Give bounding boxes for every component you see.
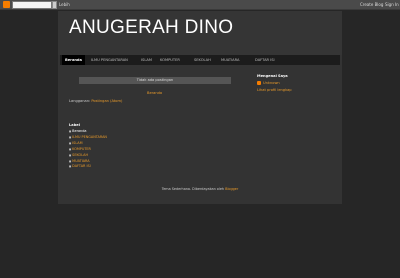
- tab-daftar-isi[interactable]: DAFTAR ISI: [252, 55, 278, 65]
- blog-footer: Tema Sederhana. Diberdayakan oleh Blogge…: [58, 187, 342, 191]
- navbar-search-input[interactable]: [12, 1, 52, 9]
- home-link[interactable]: Beranda: [147, 91, 162, 95]
- tab-ilmu-pengantaran[interactable]: ILMU PENGANTARAN: [88, 55, 131, 65]
- page-tabs: Beranda ILMU PENGANTARAN ISLAM KOMPUTER …: [60, 55, 340, 65]
- blogger-logo-icon[interactable]: [3, 1, 10, 8]
- tab-muatiara[interactable]: MUATIARA: [218, 55, 242, 65]
- subscribe-line: Langganan: Postingan (Atom): [69, 99, 122, 103]
- subscribe-atom-link[interactable]: Postingan (Atom): [91, 99, 122, 103]
- blog-header: ANUGERAH DINO: [58, 11, 342, 55]
- profile-icon: [257, 81, 261, 85]
- labels-heading: Label: [69, 123, 80, 127]
- blog-title[interactable]: ANUGERAH DINO: [69, 17, 233, 39]
- tab-komputer[interactable]: KOMPUTER: [157, 55, 183, 65]
- navbar-search-button[interactable]: [52, 1, 57, 9]
- full-profile-link[interactable]: Lihat profil lengkap: [257, 88, 292, 92]
- footer-blogger-link[interactable]: Blogger: [225, 187, 238, 191]
- tab-islam[interactable]: ISLAM: [138, 55, 155, 65]
- sign-in-link[interactable]: Sign In: [385, 1, 399, 8]
- create-blog-link[interactable]: Create Blog: [360, 1, 383, 8]
- navbar-more-link[interactable]: Lebih: [59, 1, 70, 8]
- profile-item: Unknown: [257, 81, 280, 86]
- subscribe-label: Langganan:: [69, 99, 91, 103]
- blogger-navbar: Lebih Create Blog Sign In: [0, 0, 400, 10]
- tab-sekolah[interactable]: SEKOLAH: [191, 55, 214, 65]
- about-me-heading: Mengenai Saya: [257, 74, 288, 78]
- label-item[interactable]: ILMU PENGANTARAN: [69, 135, 107, 141]
- footer-text: Tema Sederhana. Diberdayakan oleh: [161, 187, 225, 191]
- tab-beranda[interactable]: Beranda: [62, 55, 85, 65]
- profile-name-link[interactable]: Unknown: [263, 81, 280, 85]
- label-item[interactable]: DAFTAR ISI: [69, 164, 107, 170]
- labels-list: Beranda ILMU PENGANTARAN ISLAM KOMPUTER …: [69, 129, 107, 170]
- blog-container: ANUGERAH DINO Beranda ILMU PENGANTARAN I…: [58, 11, 342, 204]
- no-posts-notice: Tidak ada postingan: [79, 77, 231, 84]
